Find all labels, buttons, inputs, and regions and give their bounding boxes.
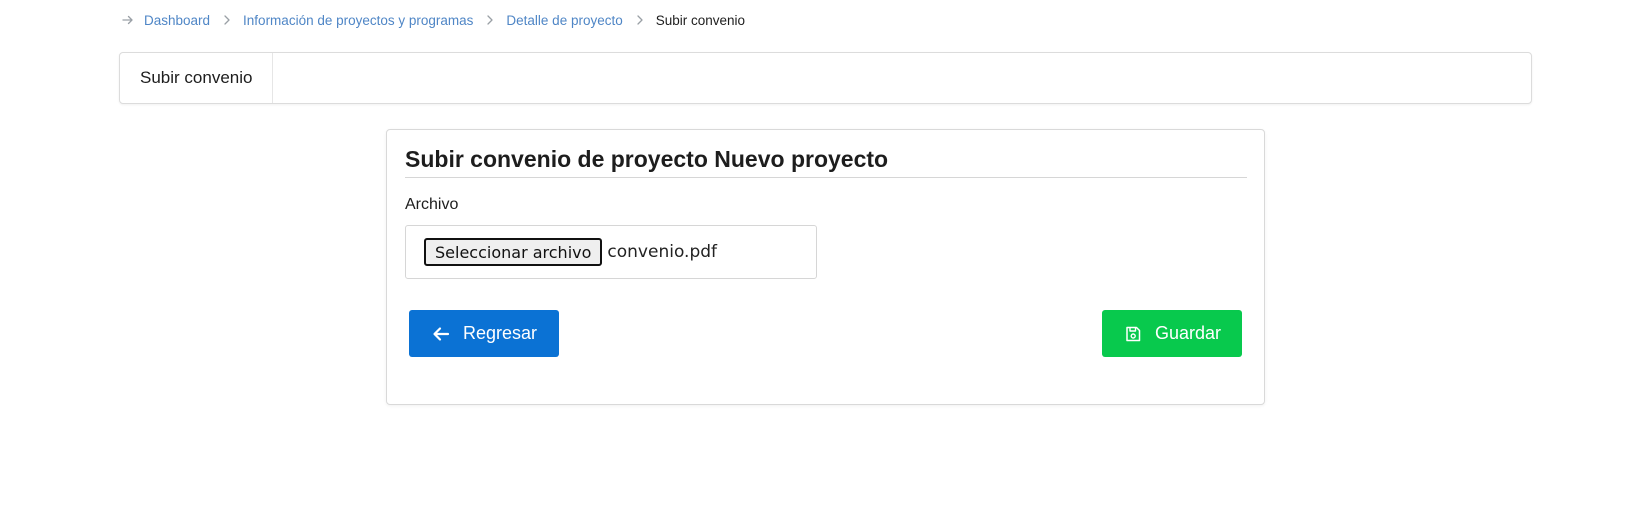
breadcrumb-detalle-proyecto[interactable]: Detalle de proyecto [506,13,622,28]
selected-file-name: convenio.pdf [607,242,718,262]
tab-subir-convenio[interactable]: Subir convenio [120,53,274,103]
choose-file-button[interactable]: Seleccionar archivo [424,238,603,266]
back-button-label: Regresar [462,323,538,343]
chevron-right-icon [222,14,232,26]
breadcrumb-current: Subir convenio [655,12,746,28]
file-field-label: Archivo [405,196,459,213]
chevron-right-icon [485,14,495,26]
arrow-left-icon [431,324,451,344]
upload-card: Subir convenio de proyecto Nuevo proyect… [386,129,1265,405]
back-button[interactable]: Regresar [409,310,559,357]
breadcrumb-informacion-proyectos[interactable]: Información de proyectos y programas [243,13,473,28]
breadcrumb: Dashboard Información de proyectos y pro… [122,10,745,30]
breadcrumb-dashboard[interactable]: Dashboard [144,13,210,28]
arrow-right-icon [122,14,134,26]
tab-bar: Subir convenio [119,52,1532,104]
file-input[interactable]: Seleccionar archivo convenio.pdf [405,225,817,279]
page-title: Subir convenio de proyecto Nuevo proyect… [405,146,889,172]
chevron-right-icon [635,14,645,26]
divider [405,177,1247,178]
save-button[interactable]: Guardar [1102,310,1242,357]
save-button-label: Guardar [1154,323,1222,343]
save-icon [1123,324,1143,344]
